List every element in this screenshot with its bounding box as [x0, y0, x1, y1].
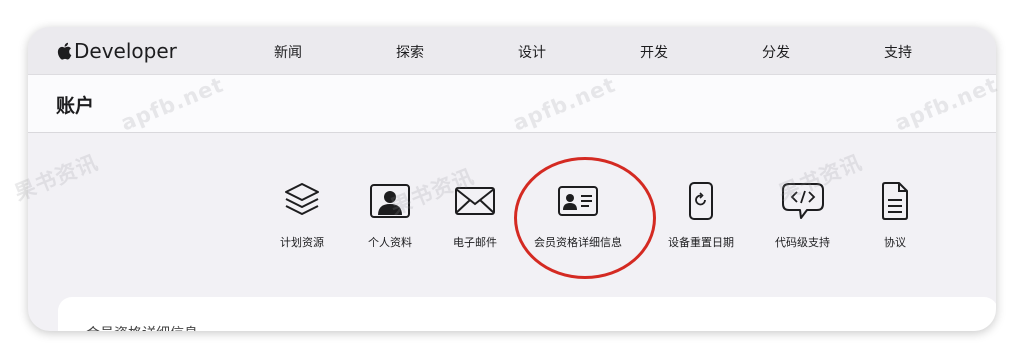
- apple-logo-icon: [57, 42, 72, 60]
- card-partial-heading: 会员资格详细信息: [86, 323, 198, 331]
- nav-item-distribute[interactable]: 分发: [762, 42, 790, 62]
- tile-label: 会员资格详细信息: [534, 236, 622, 249]
- document-icon: [882, 182, 908, 220]
- tile-label: 协议: [884, 236, 906, 249]
- tile-label: 电子邮件: [453, 236, 497, 249]
- tile-label: 计划资源: [280, 236, 324, 249]
- nav-item-discover[interactable]: 探索: [396, 42, 424, 62]
- tile-profile[interactable]: 个人资料: [368, 180, 412, 250]
- nav-item-design[interactable]: 设计: [518, 42, 546, 62]
- tile-label: 个人资料: [368, 236, 412, 249]
- id-card-icon: [558, 186, 598, 216]
- page-title: 账户: [56, 95, 95, 117]
- layers-icon: [285, 183, 319, 215]
- tile-device-reset-date[interactable]: 设备重置日期: [668, 180, 734, 250]
- nav-item-develop[interactable]: 开发: [640, 42, 668, 62]
- content-card: 会员资格详细信息: [58, 297, 996, 331]
- global-nav: Developer 新闻 探索 设计 开发 分发 支持: [28, 27, 996, 75]
- code-bubble-icon: [781, 183, 824, 219]
- developer-logo[interactable]: Developer: [56, 39, 177, 63]
- tile-code-level-support[interactable]: 代码级支持: [775, 180, 830, 250]
- tile-email[interactable]: 电子邮件: [453, 180, 497, 250]
- tile-label: 代码级支持: [775, 236, 830, 249]
- tile-program-resources[interactable]: 计划资源: [280, 180, 324, 250]
- tile-label: 设备重置日期: [668, 236, 734, 249]
- logo-text: Developer: [74, 39, 177, 63]
- account-shortcuts: 计划资源 个人资料 电子邮件 会员资格详细信息 设备重置日期 代码级支持 协议: [28, 133, 996, 303]
- device-reset-icon: [689, 182, 713, 220]
- person-icon: [370, 184, 410, 218]
- tile-membership-details[interactable]: 会员资格详细信息: [534, 180, 622, 250]
- browser-window: Developer 新闻 探索 设计 开发 分发 支持 账户 计划资源 个人资料: [28, 27, 996, 331]
- nav-item-support[interactable]: 支持: [884, 42, 912, 62]
- envelope-icon: [455, 187, 495, 215]
- tile-agreements[interactable]: 协议: [877, 180, 913, 250]
- nav-item-news[interactable]: 新闻: [274, 42, 302, 62]
- local-nav: 账户: [28, 75, 996, 133]
